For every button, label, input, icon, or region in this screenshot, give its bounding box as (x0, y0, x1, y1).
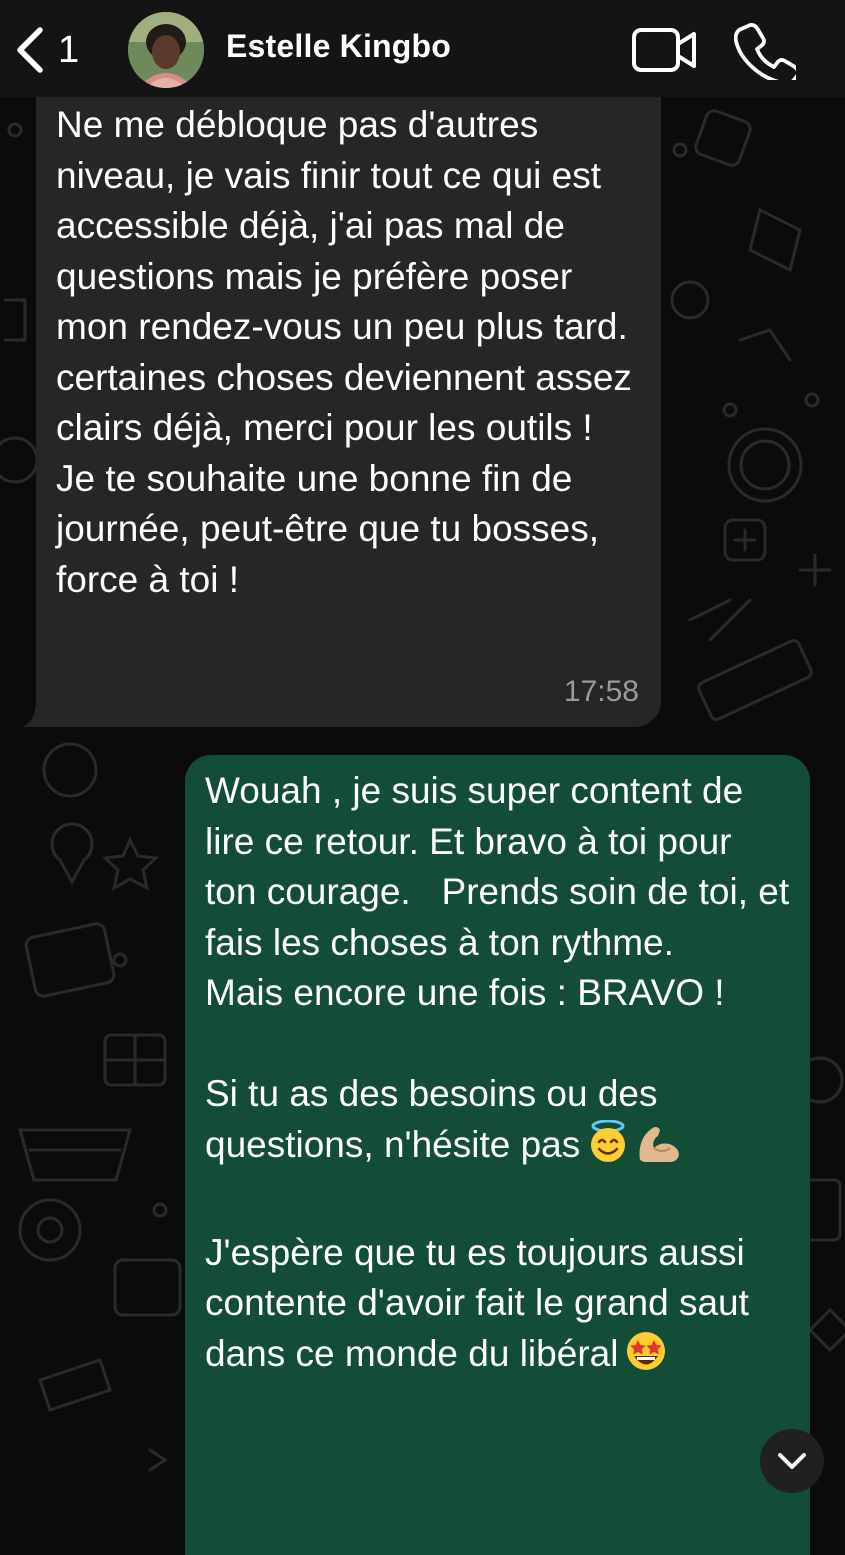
outgoing-message-bubble[interactable]: Wouah , je suis super content de lire ce… (185, 755, 810, 1555)
message-paragraph: Mais encore une fois : BRAVO ! (205, 972, 725, 1013)
scroll-to-bottom-button[interactable] (760, 1429, 824, 1493)
message-paragraph: Ne me débloque pas d'autres niveau, je v… (56, 104, 628, 347)
message-paragraph: Si tu as des besoins ou des questions, n… (205, 1069, 790, 1177)
unread-count: 1 (58, 28, 80, 71)
star-struck-icon (624, 1329, 668, 1387)
message-paragraph: certaines choses deviennent assez clairs… (56, 356, 643, 449)
message-timestamp: 17:58 (563, 674, 639, 708)
flexed-biceps-icon (636, 1120, 684, 1178)
message-paragraph: Je te souhaite une bonne fin de journée,… (56, 457, 610, 600)
back-button[interactable]: 1 (14, 24, 104, 76)
smiling-face-with-halo-icon (586, 1119, 630, 1178)
chevron-down-icon (778, 1453, 806, 1469)
voice-call-button[interactable] (733, 20, 800, 86)
phone-icon (733, 23, 800, 86)
chevron-left-icon (17, 27, 43, 73)
message-paragraph: Wouah , je suis super content de lire ce… (205, 770, 800, 963)
video-camera-icon (632, 28, 696, 72)
incoming-message-bubble[interactable]: Ne me débloque pas d'autres niveau, je v… (36, 97, 661, 727)
video-call-button[interactable] (630, 24, 700, 76)
chat-header: 1 Estelle Kingbo (0, 0, 845, 97)
message-paragraph: J'espère que tu es toujours aussi conten… (205, 1228, 790, 1387)
avatar[interactable] (128, 12, 204, 88)
contact-name[interactable]: Estelle Kingbo (226, 28, 451, 65)
message-text: J'espère que tu es toujours aussi conten… (205, 1231, 760, 1374)
profile-photo (128, 12, 204, 88)
